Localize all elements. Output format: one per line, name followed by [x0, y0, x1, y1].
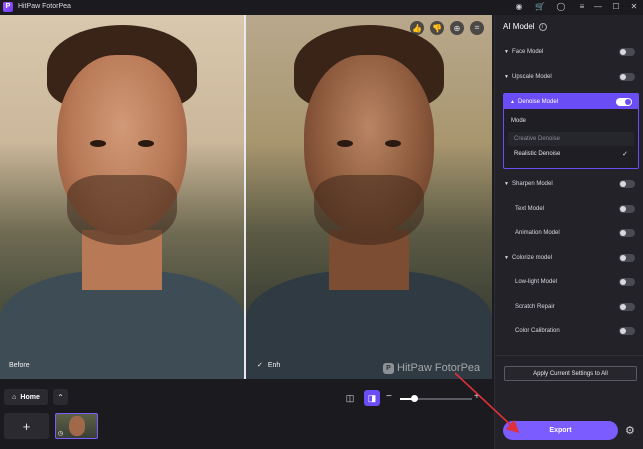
view-tools: 👍 👎 ⊕ ⌗: [410, 21, 484, 35]
denoise-model-section: ▲ Denoise Model Mode Creative Denoise Re…: [503, 93, 639, 169]
preview-area: Before ✓ Enh P HitPaw FotorPea 👍 👎 ⊕ ⌗: [0, 15, 492, 379]
zoom-out-icon[interactable]: −: [386, 391, 392, 402]
app-title: HitPaw FotorPea: [18, 3, 71, 10]
user-icon[interactable]: ◯: [554, 0, 568, 13]
title-bar: P HitPaw FotorPea ◉ 🛒 ◯ ≡ — ☐ ✕: [0, 0, 643, 13]
model-row-colorize[interactable]: ▼ Colorize model: [504, 251, 635, 265]
home-button[interactable]: ⌂ Home: [4, 389, 48, 405]
watermark: P HitPaw FotorPea: [383, 362, 480, 374]
option-realistic-denoise[interactable]: Realistic Denoise ✓: [508, 147, 634, 161]
zoom-slider[interactable]: [400, 395, 472, 402]
ai-model-panel: AI Model i ▼ Face Model ▼ Upscale Model …: [494, 15, 643, 449]
scratch-repair-toggle[interactable]: [619, 303, 635, 311]
model-row-scratch[interactable]: Scratch Repair: [515, 300, 635, 314]
upscale-model-toggle[interactable]: [619, 73, 635, 81]
model-row-face[interactable]: ▼ Face Model: [504, 45, 635, 59]
colorize-model-toggle[interactable]: [619, 254, 635, 262]
watermark-text: HitPaw FotorPea: [397, 362, 481, 374]
panel-title: AI Model i: [503, 22, 547, 31]
zoom-in-icon[interactable]: +: [474, 391, 480, 402]
text-model-toggle[interactable]: [619, 205, 635, 213]
bottom-bar: ⌂ Home ⌃ + ◷ ◫ ◨ − +: [0, 381, 492, 449]
model-row-lowlight[interactable]: Low-light Model: [515, 275, 635, 289]
thumbs-up-icon[interactable]: 👍: [410, 21, 424, 35]
crop-icon[interactable]: ⌗: [470, 21, 484, 35]
denoise-model-header[interactable]: ▲ Denoise Model: [504, 94, 638, 109]
model-row-text[interactable]: Text Model: [515, 202, 635, 216]
fotorpea-window: P HitPaw FotorPea ◉ 🛒 ◯ ≡ — ☐ ✕ Before ✓…: [0, 0, 643, 449]
compare-view-icon[interactable]: ◨: [364, 390, 380, 406]
thumbs-down-icon[interactable]: 👎: [430, 21, 444, 35]
info-icon[interactable]: i: [538, 22, 547, 31]
zoom-icon[interactable]: ⊕: [450, 21, 464, 35]
panel-title-text: AI Model: [503, 22, 535, 31]
home-icon: ⌂: [12, 393, 17, 401]
cart-icon[interactable]: 🛒: [533, 0, 547, 13]
model-row-color-calibration[interactable]: Color Calibration: [515, 324, 635, 338]
sharpen-model-toggle[interactable]: [619, 180, 635, 188]
discord-icon[interactable]: ◉: [512, 0, 526, 13]
apply-all-button[interactable]: Apply Current Settings to All: [504, 366, 637, 381]
after-label-text: Enh: [267, 361, 281, 369]
color-calibration-toggle[interactable]: [619, 327, 635, 335]
maximize-button[interactable]: ☐: [607, 0, 625, 13]
face-model-toggle[interactable]: [619, 48, 635, 56]
export-button[interactable]: Export: [503, 421, 618, 440]
after-label: ✓ Enh: [257, 361, 281, 370]
add-image-button[interactable]: +: [4, 413, 49, 439]
caret-down-icon: ▼: [504, 181, 509, 187]
before-pane: Before: [0, 15, 244, 379]
model-row-upscale[interactable]: ▼ Upscale Model: [504, 70, 635, 84]
caret-down-icon: ▼: [504, 49, 509, 55]
minimize-button[interactable]: —: [589, 0, 607, 13]
check-icon: ✓: [257, 362, 263, 369]
menu-icon[interactable]: ≡: [575, 0, 589, 13]
model-row-sharpen[interactable]: ▼ Sharpen Model: [504, 177, 635, 191]
image-thumbnail[interactable]: ◷: [55, 413, 98, 439]
collapse-button[interactable]: ⌃: [53, 389, 68, 405]
denoise-model-toggle[interactable]: [616, 97, 632, 106]
clock-icon: ◷: [58, 431, 64, 437]
panel-divider: [495, 355, 643, 356]
animation-model-toggle[interactable]: [619, 229, 635, 237]
low-light-model-toggle[interactable]: [619, 278, 635, 286]
close-button[interactable]: ✕: [625, 0, 643, 13]
caret-down-icon: ▼: [504, 74, 509, 80]
app-logo-icon: P: [3, 1, 13, 12]
chevron-up-icon: ⌃: [57, 392, 64, 402]
checkmark-icon: ✓: [622, 151, 628, 158]
mode-label: Mode: [511, 118, 527, 124]
after-pane: ✓ Enh P HitPaw FotorPea 👍 👎 ⊕ ⌗: [246, 15, 492, 379]
zoom-slider-handle[interactable]: [411, 395, 419, 402]
model-row-animation[interactable]: Animation Model: [515, 226, 635, 240]
gear-icon[interactable]: ⚙: [625, 424, 635, 437]
watermark-logo-icon: P: [383, 362, 394, 374]
option-creative-denoise[interactable]: Creative Denoise: [508, 132, 634, 146]
split-view-icon[interactable]: ◫: [343, 391, 357, 405]
caret-down-icon: ▼: [504, 255, 509, 261]
before-label: Before: [9, 362, 30, 369]
home-label: Home: [20, 393, 40, 401]
caret-up-icon: ▲: [510, 98, 515, 105]
